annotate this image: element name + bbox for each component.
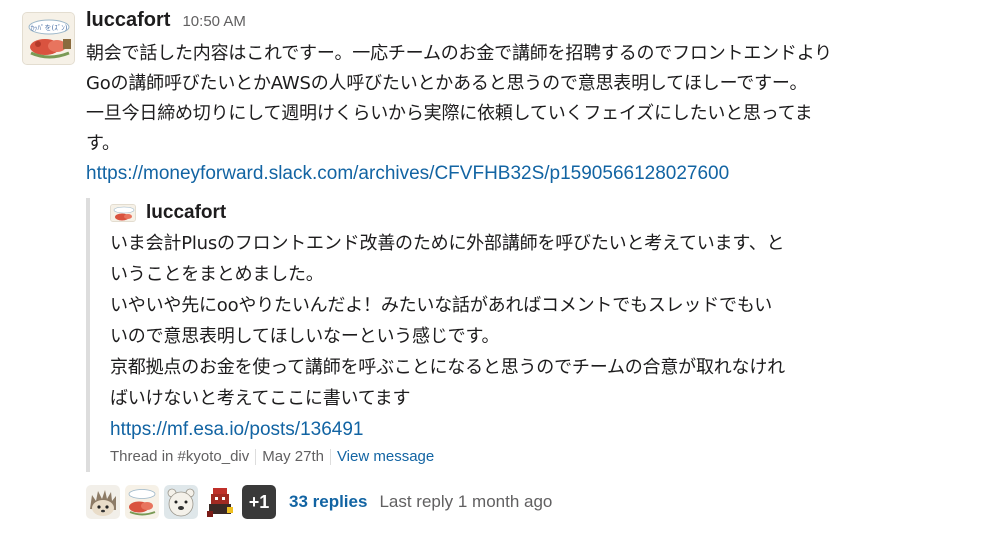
- footer-divider: [329, 448, 331, 465]
- message-header: luccafort 10:50 AM: [86, 9, 246, 37]
- shared-message-link[interactable]: https://mf.esa.io/posts/136491: [110, 414, 910, 445]
- shared-message-header: luccafort: [110, 201, 226, 225]
- shared-author-name[interactable]: luccafort: [146, 202, 226, 224]
- message-link[interactable]: https://moneyforward.slack.com/archives/…: [86, 159, 986, 189]
- more-participants-badge: +1: [242, 485, 276, 519]
- last-reply-text: Last reply 1 month ago: [379, 492, 553, 511]
- message-timestamp[interactable]: 10:50 AM: [182, 13, 245, 30]
- shared-message-attachment: luccafort いま会計Plusのフロントエンド改善のために外部講師を呼びた…: [86, 198, 916, 472]
- shared-message-date[interactable]: May 27th: [262, 448, 324, 465]
- replies-count-link[interactable]: 33 replies: [289, 492, 367, 512]
- message-line: す。: [86, 133, 120, 154]
- bear-avatar: [164, 485, 198, 519]
- luccafort-avatar: [125, 485, 159, 519]
- message-line: 一旦今日締め切りにして週明けくらいから実際に依頼していくフェイズにしたいと思って…: [86, 103, 813, 124]
- shared-message-line: いやいや先にooやりたいんだよ！みたいな話があればコメントでもスレッドでもい: [110, 295, 773, 316]
- thread-summary[interactable]: +1 33 replies Last reply 1 month ago: [86, 484, 552, 520]
- shared-author-avatar[interactable]: [110, 204, 136, 222]
- message-line: Goの講師呼びたいとかAWSの人呼びたいとかあると思うので意思表明してほしーです…: [86, 73, 808, 94]
- message-body: 朝会で話した内容はこれですー。一応チームのお金で講師を招聘するのでフロントエンド…: [86, 39, 986, 189]
- hedgehog-avatar: [86, 485, 120, 519]
- view-message-link[interactable]: View message: [337, 448, 434, 465]
- footer-divider: [255, 448, 257, 465]
- shared-message-footer: Thread in #kyoto_div May 27th View messa…: [110, 448, 434, 465]
- shared-message-body: いま会計Plusのフロントエンド改善のために外部講師を呼びたいと考えています、と…: [110, 228, 910, 445]
- shared-message-line: いので意思表明してほしいなーという感じです。: [110, 326, 500, 347]
- shared-message-line: 京都拠点のお金を使って講師を呼ぶことになると思うのでチームの合意が取れなけれ: [110, 357, 785, 378]
- slack-message: ｶｯﾊﾟを(ｽﾞﾝ) luccafort 10:50 AM 朝会で話した内容はこ…: [0, 0, 1000, 535]
- svg-text:ｶｯﾊﾟを(ｽﾞﾝ): ｶｯﾊﾟを(ｽﾞﾝ): [31, 24, 68, 32]
- shared-message-line: ばいけないと考えてここに書いてます: [110, 388, 411, 409]
- shared-message-line: いうことをまとめました。: [110, 264, 324, 285]
- shared-message-line: いま会計Plusのフロントエンド改善のために外部講師を呼びたいと考えています、と: [110, 233, 785, 254]
- pixel-character-avatar: [203, 485, 237, 519]
- author-name[interactable]: luccafort: [86, 9, 170, 32]
- message-line: 朝会で話した内容はこれですー。一応チームのお金で講師を招聘するのでフロントエンド…: [86, 43, 832, 64]
- author-avatar[interactable]: ｶｯﾊﾟを(ｽﾞﾝ): [22, 12, 75, 65]
- thread-channel-label[interactable]: Thread in #kyoto_div: [110, 448, 249, 465]
